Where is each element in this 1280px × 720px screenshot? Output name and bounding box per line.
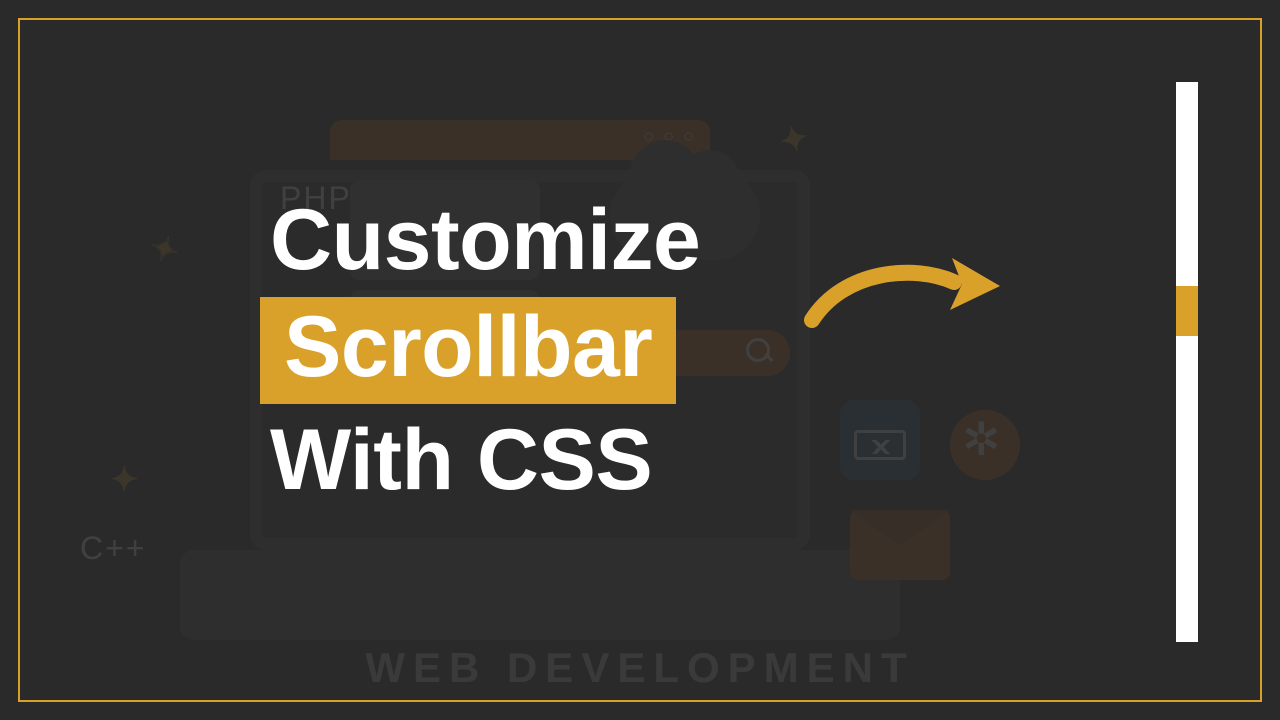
bg-gear-icon	[950, 410, 1020, 480]
bg-plus-decor: ✦	[776, 117, 813, 163]
bg-browser-bar	[330, 120, 710, 160]
slide-title: Customize Scrollbar With CSS	[270, 194, 700, 507]
search-icon	[746, 338, 776, 368]
bg-cpp-label: C++	[80, 530, 146, 567]
arrow-icon	[804, 240, 1004, 340]
bg-plus-decor: ✦	[145, 227, 184, 274]
bg-laptop-base	[180, 550, 900, 640]
custom-scrollbar-track[interactable]	[1176, 82, 1198, 642]
bg-footer-label: WEB DEVELOPMENT	[20, 644, 1260, 692]
title-line-1: Customize	[270, 194, 700, 287]
title-line-3: With CSS	[270, 414, 700, 507]
thumbnail-frame: Search PHP C++ ✦ ✦ ✦ WEB DEVELOPMENT Cus…	[18, 18, 1262, 702]
title-line-highlight: Scrollbar	[260, 297, 676, 404]
bg-image-icon	[840, 400, 920, 480]
bg-plus-decor: ✦	[110, 460, 139, 500]
custom-scrollbar-thumb[interactable]	[1176, 286, 1198, 336]
bg-envelope-icon	[850, 510, 950, 580]
